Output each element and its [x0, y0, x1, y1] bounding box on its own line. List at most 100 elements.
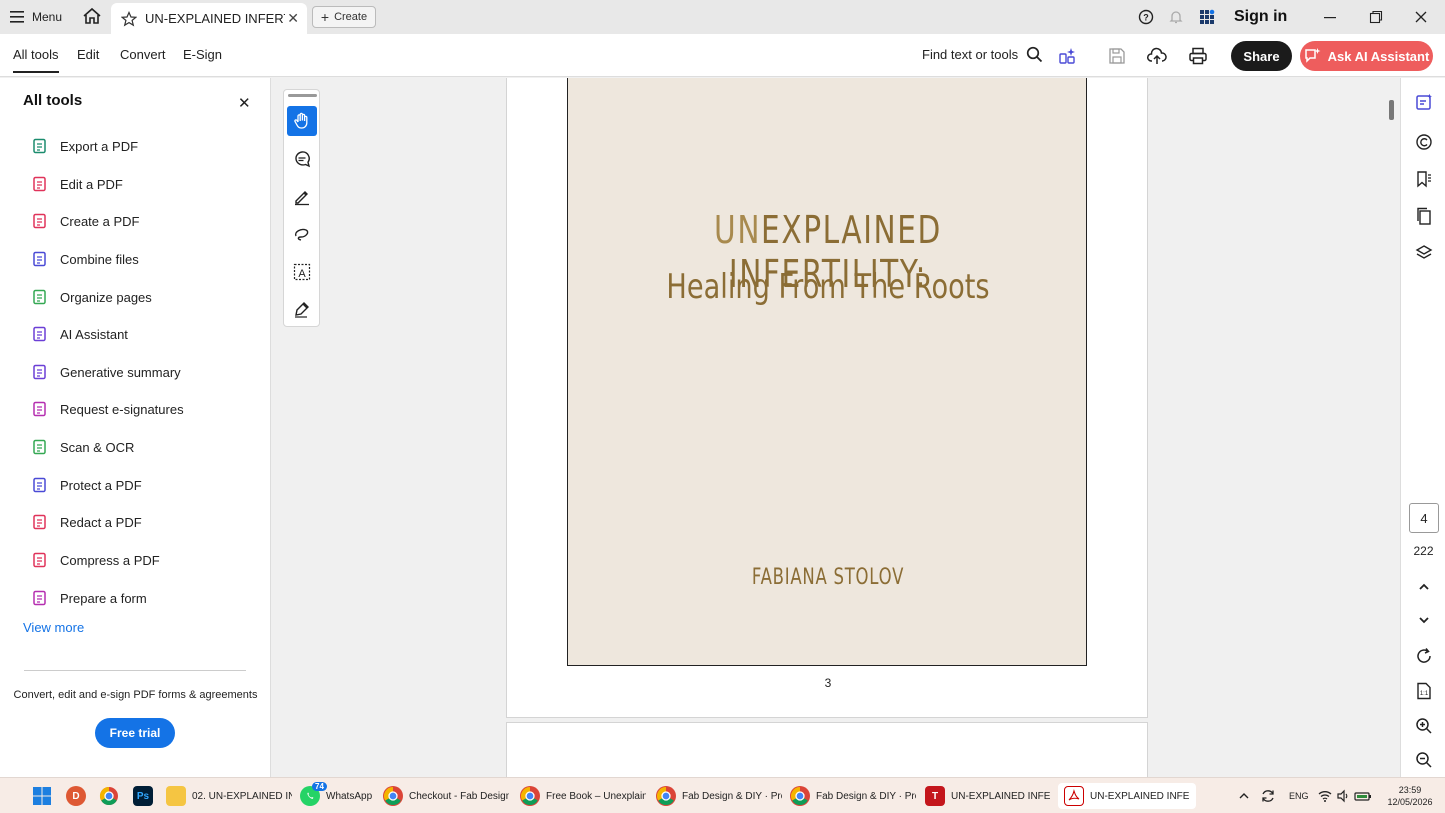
tool-item[interactable]: Generative summary	[31, 361, 181, 383]
fit-page-icon[interactable]: 1:1	[1413, 680, 1435, 702]
chrome-icon	[520, 786, 540, 806]
tab-esign[interactable]: E-Sign	[183, 47, 222, 62]
tool-item[interactable]: Edit a PDF	[31, 173, 123, 195]
volume-icon[interactable]	[1336, 778, 1350, 813]
sync-icon[interactable]	[1260, 778, 1276, 813]
taskbar-app-label: Fab Design & DIY · Prod	[816, 790, 916, 802]
taskbar-app[interactable]: T UN-EXPLAINED INFERTI	[925, 783, 1051, 809]
comments-panel-icon[interactable]	[1413, 131, 1435, 153]
apps-grid-icon[interactable]	[1195, 6, 1219, 28]
cover-subtitle: Healing From The Roots	[666, 267, 990, 307]
free-trial-button[interactable]: Free trial	[95, 718, 175, 748]
taskbar-app[interactable]: 02. UN-EXPLAINED INFE	[166, 783, 292, 809]
comment-icon[interactable]	[287, 144, 317, 174]
restore-icon[interactable]	[1364, 6, 1388, 28]
tool-item[interactable]: AI Assistant	[31, 323, 128, 345]
upload-cloud-icon[interactable]	[1146, 45, 1168, 67]
chrome-icon[interactable]	[99, 783, 119, 809]
tab-edit[interactable]: Edit	[77, 47, 99, 62]
show-hidden-icons[interactable]	[1238, 778, 1250, 813]
battery-icon[interactable]	[1354, 778, 1372, 813]
start-button[interactable]	[32, 783, 52, 809]
panel-close-icon[interactable]: ✕	[238, 94, 251, 112]
tool-item[interactable]: Combine files	[31, 248, 139, 270]
tool-item[interactable]: Request e-signatures	[31, 398, 184, 420]
clock-date: 12/05/2026	[1387, 797, 1433, 807]
bookmarks-icon[interactable]	[1413, 168, 1435, 190]
tool-item[interactable]: Prepare a form	[31, 587, 147, 609]
protect-pdf-icon	[31, 477, 48, 494]
tool-item[interactable]: Scan & OCR	[31, 436, 134, 458]
drag-handle[interactable]	[288, 94, 317, 97]
right-rail: 4 222 1:1	[1400, 78, 1445, 777]
home-icon[interactable]	[82, 6, 104, 28]
tab-all-tools[interactable]: All tools	[13, 47, 59, 73]
vertical-scrollbar[interactable]	[1389, 100, 1394, 120]
highlight-pen-icon[interactable]	[287, 181, 317, 211]
previous-page-icon[interactable]	[1413, 576, 1435, 598]
zoom-out-icon[interactable]	[1413, 749, 1435, 771]
tab-title: UN-EXPLAINED INFERTI...	[145, 11, 285, 26]
tool-item[interactable]: Protect a PDF	[31, 474, 142, 496]
tool-item[interactable]: Create a PDF	[31, 210, 139, 232]
taskbar-app[interactable]: Checkout - Fab Design •	[383, 783, 509, 809]
create-button[interactable]: + Create	[312, 6, 376, 28]
taskbar-app[interactable]: Fab Design & DIY · Prod	[790, 783, 916, 809]
next-page-icon[interactable]	[1413, 609, 1435, 631]
tool-item[interactable]: Redact a PDF	[31, 511, 142, 533]
generative-summary-icon[interactable]	[1413, 91, 1435, 113]
tool-item-label: Redact a PDF	[60, 514, 142, 530]
menu-button[interactable]: Menu	[10, 6, 62, 28]
system-clock[interactable]: 23:59 12/05/2026	[1380, 784, 1440, 808]
document-tab[interactable]: UN-EXPLAINED INFERTI... ✕	[111, 3, 307, 34]
draw-freehand-icon[interactable]	[287, 219, 317, 249]
save-icon[interactable]	[1106, 45, 1128, 67]
tool-item[interactable]: Export a PDF	[31, 135, 138, 157]
taskbar-app[interactable]: UN-EXPLAINED INFERTI	[1058, 783, 1196, 809]
bell-icon[interactable]	[1164, 6, 1188, 28]
tool-item[interactable]: Organize pages	[31, 286, 152, 308]
tool-item-label: Export a PDF	[60, 138, 139, 154]
tool-item[interactable]: Compress a PDF	[31, 549, 160, 571]
find-text-or-tools[interactable]: Find text or tools	[922, 46, 1043, 63]
windows-taskbar: D Ps 02. UN-EXPLAINED INFE74WhatsAppChec…	[0, 777, 1445, 813]
layers-icon[interactable]	[1413, 242, 1435, 264]
pdf-page: UNEXPLAINED INFERTILITY: Healing From Th…	[506, 78, 1148, 718]
zoom-in-icon[interactable]	[1413, 715, 1435, 737]
sign-pen-icon[interactable]	[287, 294, 317, 324]
rotate-icon[interactable]	[1413, 645, 1435, 667]
title-bar: Menu UN-EXPLAINED INFERTI... ✕ + Create …	[0, 0, 1445, 34]
photoshop-icon[interactable]: Ps	[133, 783, 153, 809]
page-thumbnails-icon[interactable]	[1413, 205, 1435, 227]
print-icon[interactable]	[1187, 45, 1209, 67]
taskbar-app[interactable]: Free Book – Unexplaine	[520, 783, 646, 809]
main-toolbar: All tools Edit Convert E-Sign Find text …	[0, 34, 1445, 77]
taskbar-app[interactable]: Fab Design & DIY · Prod	[656, 783, 782, 809]
close-window-icon[interactable]	[1409, 6, 1433, 28]
wifi-icon[interactable]	[1318, 778, 1332, 813]
text-box-icon[interactable]: A	[287, 257, 317, 287]
tab-close-icon[interactable]: ✕	[287, 10, 299, 27]
taskbar-app-label: 02. UN-EXPLAINED INFE	[192, 790, 292, 802]
tab-convert[interactable]: Convert	[120, 47, 166, 62]
book-cover: UNEXPLAINED INFERTILITY: Healing From Th…	[567, 78, 1087, 666]
sign-in-button[interactable]: Sign in	[1234, 0, 1287, 34]
share-button[interactable]: Share	[1231, 41, 1292, 71]
view-more-link[interactable]: View more	[23, 620, 84, 635]
minimize-icon[interactable]	[1318, 6, 1342, 28]
ask-ai-assistant-button[interactable]: Ask AI Assistant	[1300, 41, 1433, 71]
chrome-icon	[383, 786, 403, 806]
svg-text:A: A	[298, 268, 306, 280]
star-icon[interactable]	[121, 10, 137, 27]
svg-text:?: ?	[1143, 13, 1149, 23]
generative-ai-icon[interactable]	[1057, 45, 1079, 67]
help-icon[interactable]: ?	[1134, 6, 1158, 28]
ai-chat-icon	[1304, 48, 1321, 63]
current-page-input[interactable]: 4	[1409, 503, 1439, 533]
language-indicator[interactable]: ENG	[1289, 778, 1309, 813]
duckduckgo-icon[interactable]: D	[66, 783, 86, 809]
taskbar-app-label: UN-EXPLAINED INFERTI	[1090, 790, 1190, 802]
hand-tool-icon[interactable]	[287, 106, 317, 136]
document-viewer[interactable]: A UNEXPLAINED INFERTILITY: Healing From …	[272, 78, 1400, 777]
tool-item-label: Scan & OCR	[60, 439, 135, 455]
